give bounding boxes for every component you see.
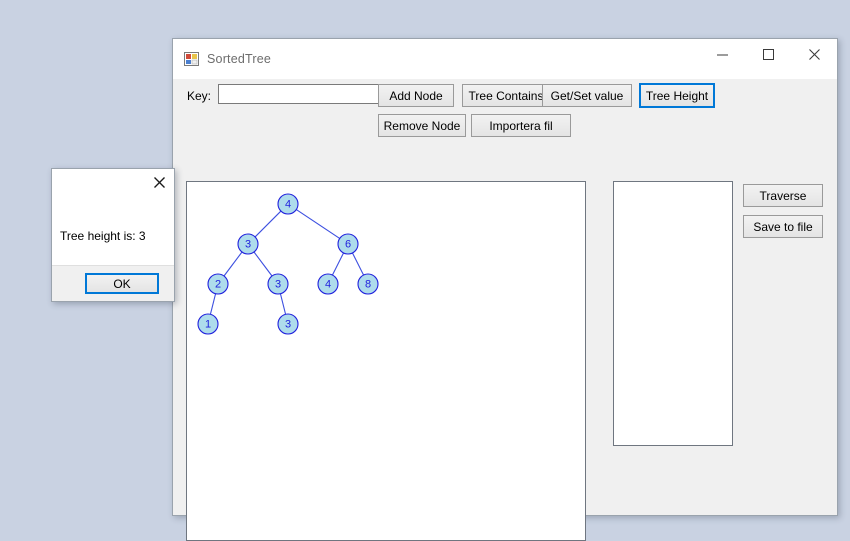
message-dialog: Tree height is: 3 OK (51, 168, 175, 302)
tree-edge (223, 251, 243, 277)
tree-node-label: 3 (285, 319, 291, 331)
tree-edge (254, 210, 282, 238)
tree-contains-button[interactable]: Tree Contains (462, 84, 550, 107)
tree-node-label: 1 (205, 319, 211, 331)
tree-node: 2 (207, 273, 229, 295)
tree-node-label: 3 (275, 279, 281, 291)
tree-node: 1 (197, 313, 219, 335)
tree-edge (331, 252, 345, 276)
minimize-icon[interactable] (699, 39, 745, 69)
tree-edges (209, 209, 365, 315)
get-set-value-button[interactable]: Get/Set value (542, 84, 632, 107)
maximize-icon[interactable] (745, 39, 791, 69)
tree-edge (296, 209, 340, 239)
application-window: SortedTree Key: Add Node Tree Contains G… (172, 38, 838, 541)
tree-edge (351, 252, 365, 276)
tree-node-label: 8 (365, 279, 371, 291)
key-input[interactable] (218, 84, 396, 104)
remove-node-button[interactable]: Remove Node (378, 114, 466, 137)
tree-node-label: 4 (325, 279, 331, 291)
tree-node: 4 (277, 193, 299, 215)
tree-node: 8 (357, 273, 379, 295)
tree-edge (253, 251, 273, 277)
tree-node-label: 2 (215, 279, 221, 291)
form-designer-icon (184, 51, 200, 67)
tree-node: 3 (237, 233, 259, 255)
save-to-file-button[interactable]: Save to file (743, 215, 823, 238)
key-label: Key: (187, 89, 212, 103)
tree-canvas-panel[interactable]: 4 3 6 2 3 4 8 1 3 (186, 181, 586, 541)
tree-height-button[interactable]: Tree Height (639, 83, 715, 108)
close-icon[interactable] (144, 169, 174, 195)
tree-node-label: 6 (345, 239, 351, 251)
tree-node-label: 4 (285, 199, 291, 211)
close-icon[interactable] (791, 39, 837, 69)
tree-node: 6 (337, 233, 359, 255)
add-node-button[interactable]: Add Node (378, 84, 454, 107)
tree-nodes: 4 3 6 2 3 4 8 1 3 (197, 193, 379, 335)
traverse-button[interactable]: Traverse (743, 184, 823, 207)
dialog-footer: OK (52, 265, 174, 301)
dialog-titlebar (52, 169, 174, 197)
tree-edge (209, 293, 217, 315)
tree-node: 3 (267, 273, 289, 295)
tree-node: 4 (317, 273, 339, 295)
window-title: SortedTree (207, 52, 272, 66)
window-titlebar: SortedTree (173, 39, 837, 80)
tree-node-label: 3 (245, 239, 251, 251)
ok-button[interactable]: OK (85, 273, 159, 294)
traversal-output-listbox[interactable] (613, 181, 733, 446)
dialog-message-text: Tree height is: 3 (60, 229, 146, 243)
tree-edge (279, 293, 287, 315)
tree-node: 3 (277, 313, 299, 335)
importera-fil-button[interactable]: Importera fil (471, 114, 571, 137)
tree-diagram: 4 3 6 2 3 4 8 1 3 (197, 193, 379, 335)
window-client-area: Key: Add Node Tree Contains Get/Set valu… (173, 79, 837, 541)
